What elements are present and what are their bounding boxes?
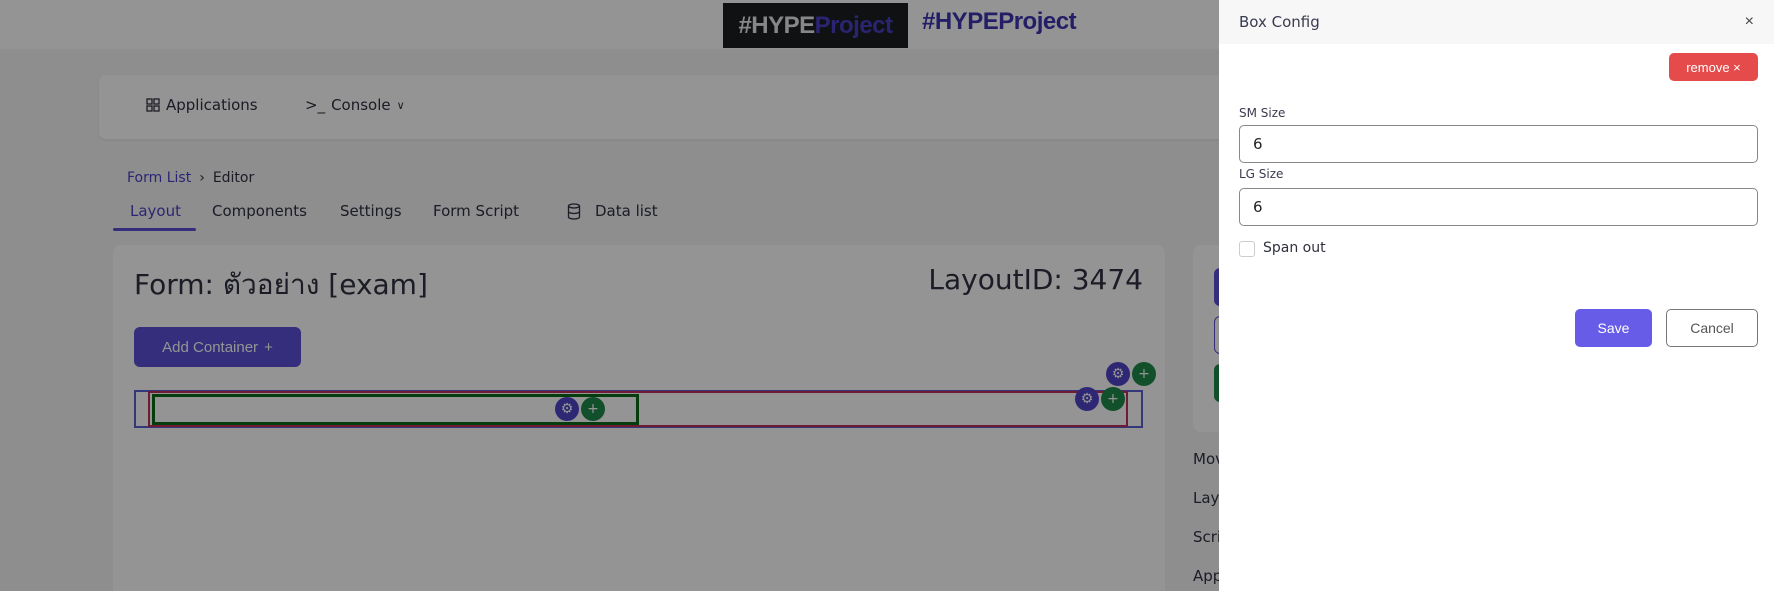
close-icon[interactable]: × (1745, 13, 1754, 31)
sm-size-label: SM Size (1239, 106, 1286, 120)
sm-size-input[interactable] (1239, 125, 1758, 163)
modal-backdrop[interactable] (0, 0, 1219, 591)
lg-size-input[interactable] (1239, 188, 1758, 226)
save-button[interactable]: Save (1575, 309, 1652, 347)
lg-size-label: LG Size (1239, 167, 1284, 181)
cancel-button[interactable]: Cancel (1666, 309, 1758, 347)
remove-button[interactable]: remove × (1669, 53, 1758, 81)
drawer-title: Box Config (1239, 13, 1320, 31)
drawer-header: Box Config × (1219, 0, 1774, 44)
span-out-checkbox[interactable] (1239, 241, 1255, 257)
span-out-label[interactable]: Span out (1263, 240, 1326, 256)
box-config-drawer: Box Config × remove × SM Size LG Size Sp… (1219, 0, 1774, 591)
